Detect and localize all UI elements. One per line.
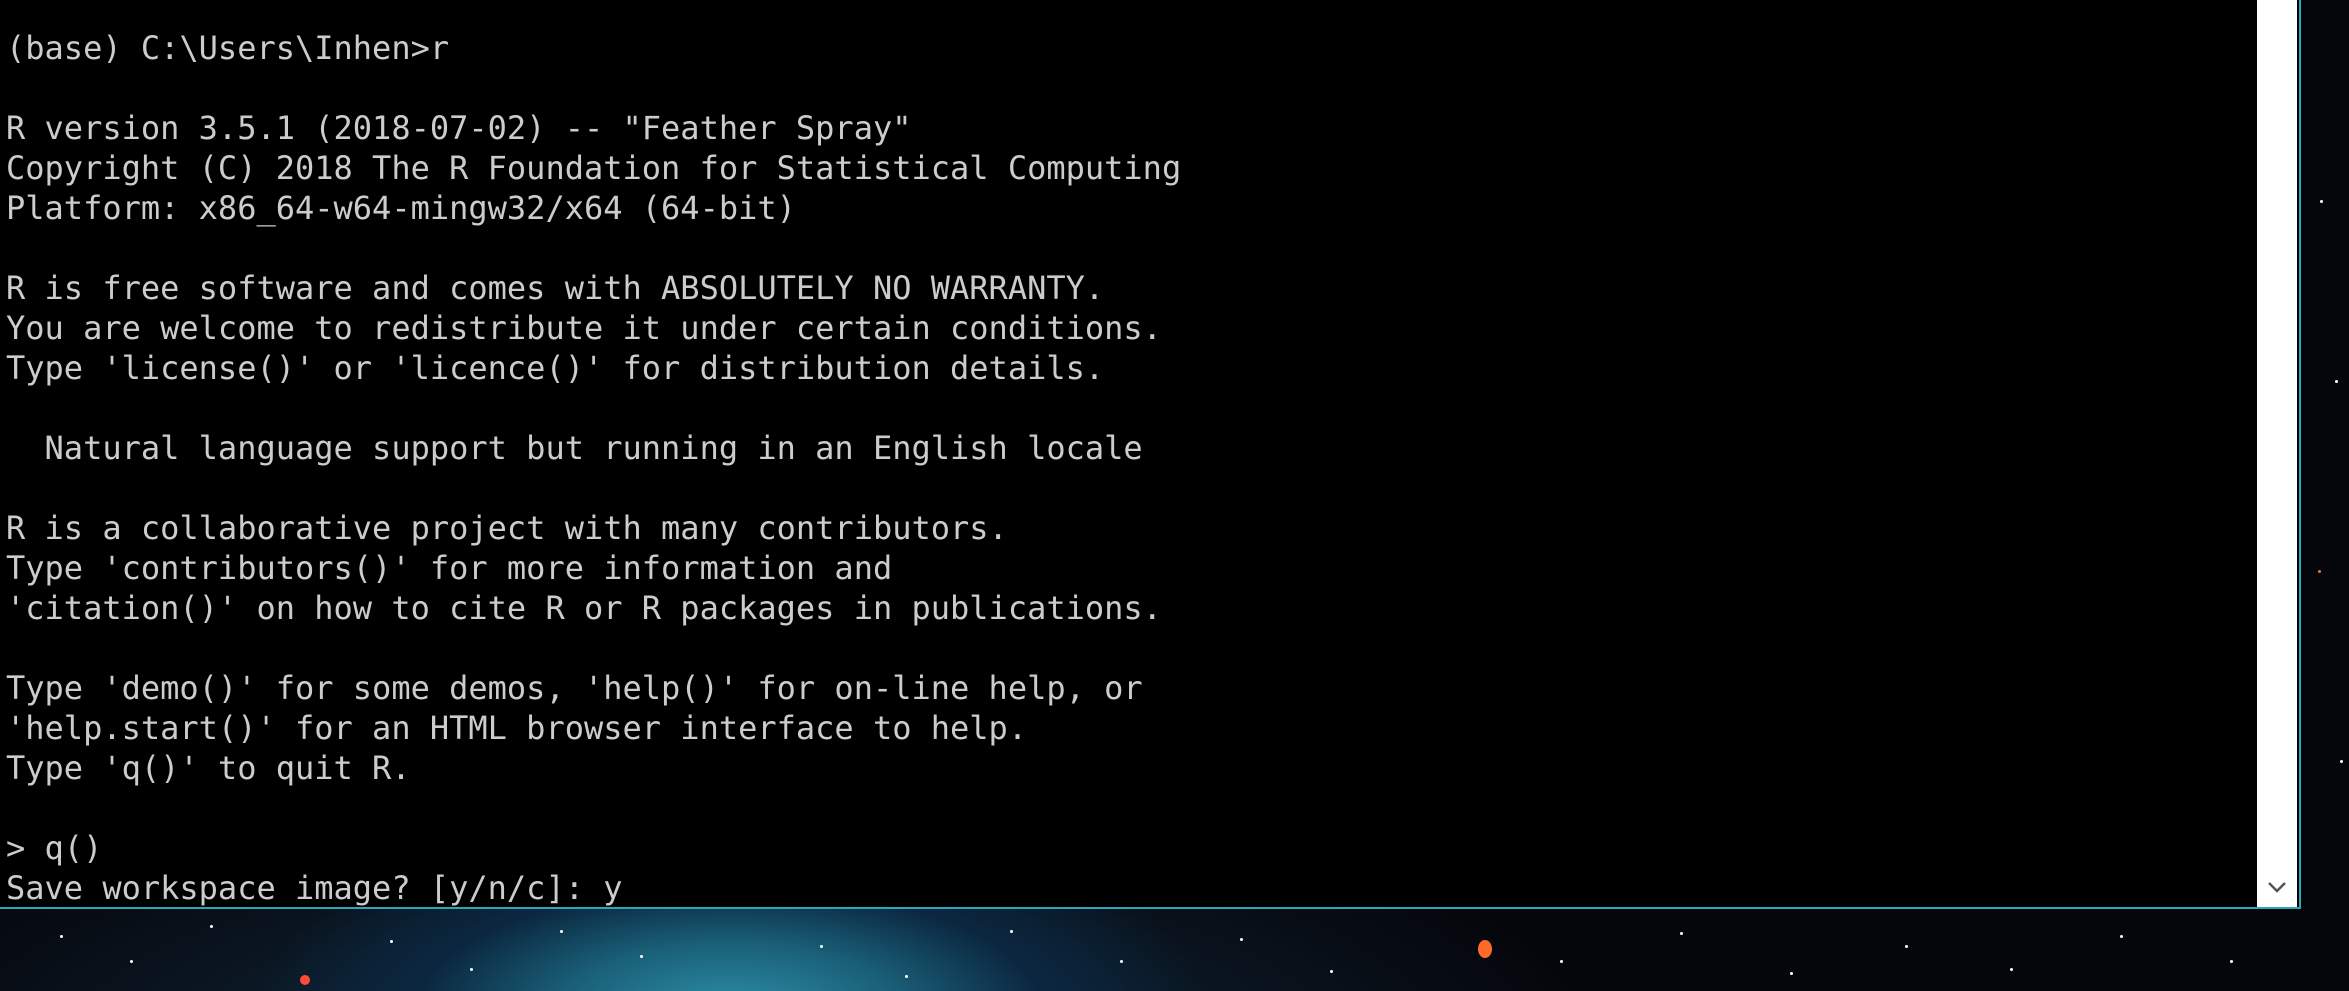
console-line: R is free software and comes with ABSOLU… bbox=[6, 269, 1105, 307]
star bbox=[1478, 940, 1492, 958]
star bbox=[470, 968, 473, 971]
console-output: (base) C:\Users\Inhen>r R version 3.5.1 (… bbox=[6, 28, 2253, 907]
star bbox=[390, 940, 393, 943]
star bbox=[60, 935, 63, 938]
console-input-line[interactable]: Save workspace image? [y/n/c]: y bbox=[6, 868, 2253, 907]
star bbox=[2340, 760, 2343, 763]
star bbox=[560, 930, 563, 933]
console-line: You are welcome to redistribute it under… bbox=[6, 309, 1162, 347]
star bbox=[2010, 968, 2013, 971]
star bbox=[1790, 972, 1793, 975]
console-line: (base) C:\Users\Inhen>r bbox=[6, 29, 450, 67]
console-line: Copyright (C) 2018 The R Foundation for … bbox=[6, 149, 1182, 187]
star bbox=[2230, 960, 2233, 963]
star bbox=[2318, 570, 2321, 573]
star bbox=[130, 960, 133, 963]
star bbox=[2320, 200, 2323, 203]
console-line: R version 3.5.1 (2018-07-02) -- "Feather… bbox=[6, 109, 912, 147]
star bbox=[300, 975, 310, 985]
star bbox=[905, 975, 908, 978]
console-line: Type 'q()' to quit R. bbox=[6, 749, 411, 787]
star bbox=[1330, 970, 1333, 973]
star bbox=[1680, 932, 1683, 935]
console-line: R is a collaborative project with many c… bbox=[6, 509, 1008, 547]
scroll-down-button[interactable] bbox=[2257, 867, 2297, 907]
r-console-window[interactable]: (base) C:\Users\Inhen>r R version 3.5.1 (… bbox=[0, 0, 2301, 909]
console-prompt-line: > q() bbox=[6, 829, 103, 867]
console-line: 'help.start()' for an HTML browser inter… bbox=[6, 709, 1028, 747]
star bbox=[820, 945, 823, 948]
star bbox=[1905, 945, 1908, 948]
console-line: 'citation()' on how to cite R or R packa… bbox=[6, 589, 1162, 627]
console-line: Natural language support but running in … bbox=[6, 429, 1143, 467]
star bbox=[1120, 960, 1123, 963]
console-line: Type 'demo()' for some demos, 'help()' f… bbox=[6, 669, 1143, 707]
star bbox=[2120, 935, 2123, 938]
star bbox=[640, 955, 643, 958]
console-line: Platform: x86_64-w64-mingw32/x64 (64-bit… bbox=[6, 189, 796, 227]
console-line: Type 'contributors()' for more informati… bbox=[6, 549, 893, 587]
star bbox=[1560, 960, 1563, 963]
vertical-scrollbar[interactable] bbox=[2257, 0, 2297, 907]
star bbox=[2335, 380, 2338, 383]
console-line: Type 'license()' or 'licence()' for dist… bbox=[6, 349, 1105, 387]
star bbox=[1010, 930, 1013, 933]
star bbox=[1240, 938, 1243, 941]
star bbox=[210, 925, 213, 928]
chevron-down-icon bbox=[2267, 880, 2287, 894]
